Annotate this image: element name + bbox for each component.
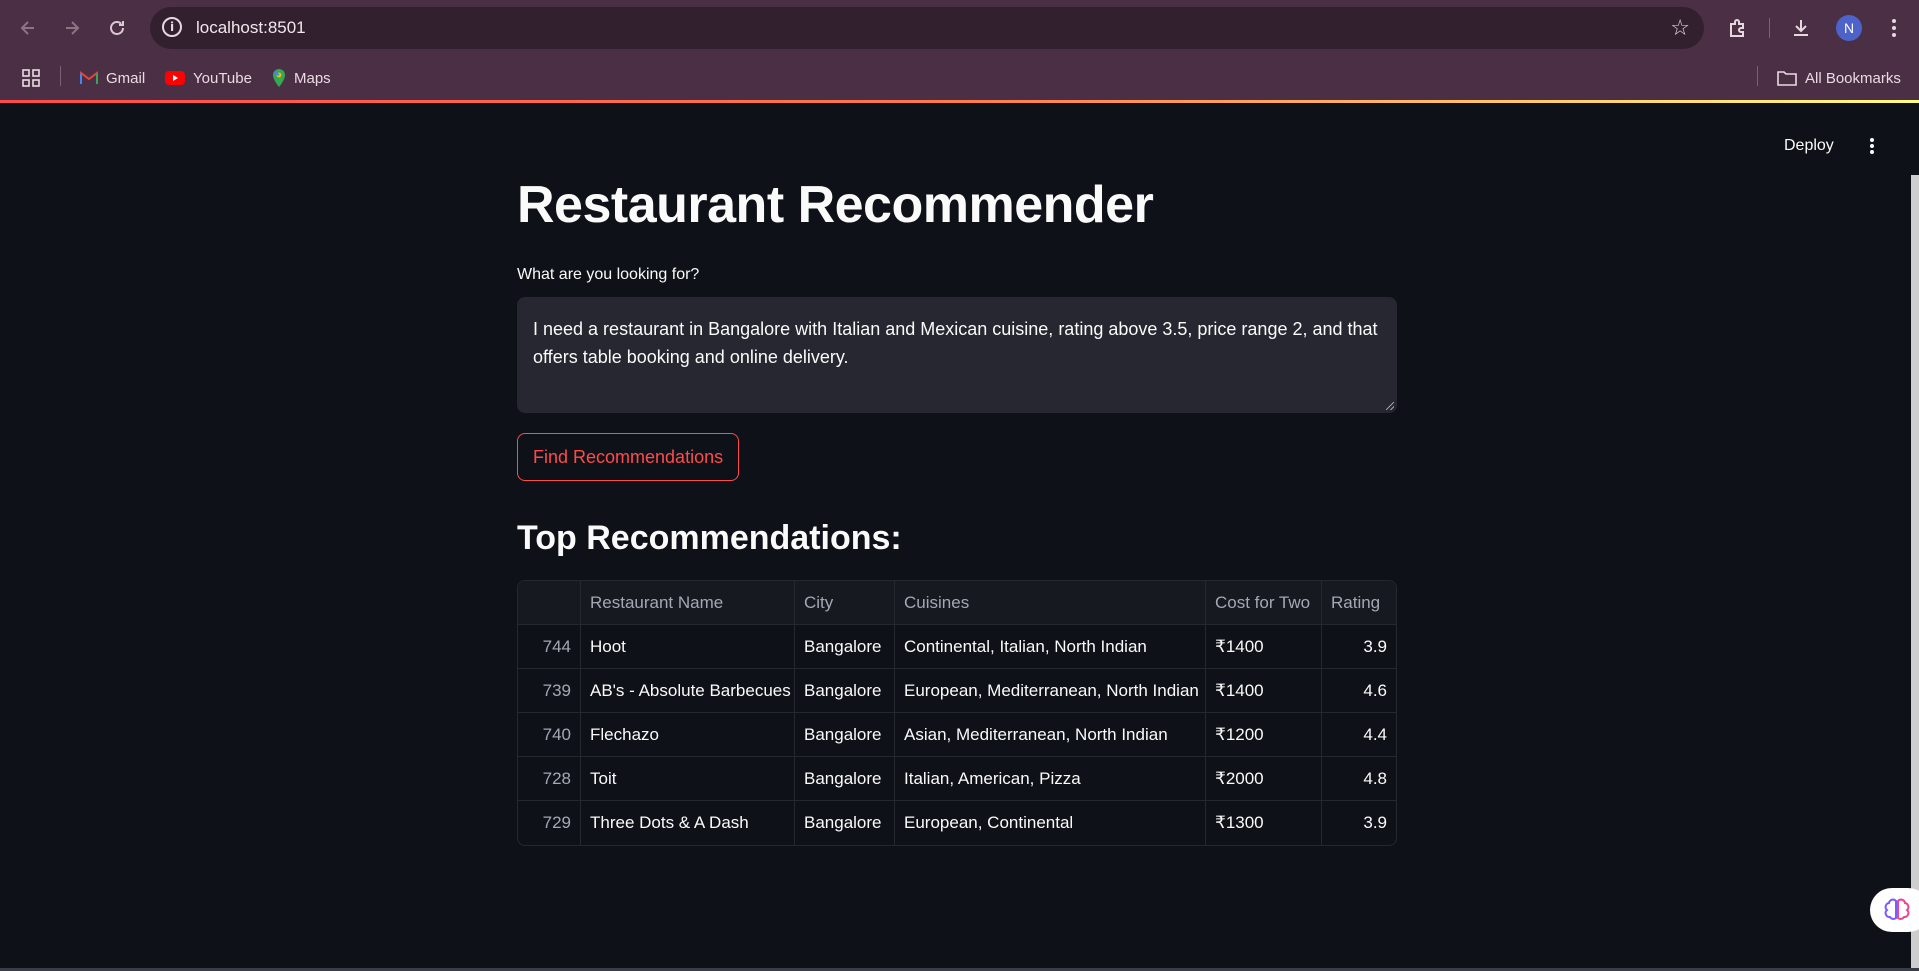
table-header-row: Restaurant Name City Cuisines Cost for T…	[518, 581, 1396, 625]
cost-cell[interactable]: ₹1200	[1206, 713, 1322, 756]
restaurant-name-cell[interactable]: Flechazo	[581, 713, 795, 756]
rating-cell[interactable]: 3.9	[1322, 801, 1396, 845]
table-row: 728 Toit Bangalore Italian, American, Pi…	[518, 757, 1396, 801]
bookmarks-divider	[1757, 66, 1758, 86]
profile-avatar[interactable]: N	[1836, 15, 1862, 41]
find-recommendations-button[interactable]: Find Recommendations	[517, 433, 740, 481]
bookmark-gmail[interactable]: Gmail	[80, 66, 145, 90]
bookmarks-divider	[60, 66, 61, 86]
arrow-left-icon	[20, 21, 34, 35]
folder-icon	[1777, 70, 1797, 86]
browser-chrome: i localhost:8501 ☆ N Gmail YouTube Maps …	[0, 0, 1919, 100]
reload-button[interactable]	[101, 12, 133, 44]
city-cell[interactable]: Bangalore	[795, 801, 895, 845]
all-bookmarks[interactable]: All Bookmarks	[1777, 66, 1901, 90]
app-header-decoration	[0, 100, 1919, 103]
back-button[interactable]	[12, 12, 44, 44]
bookmark-maps[interactable]: Maps	[272, 66, 331, 90]
column-header-cost[interactable]: Cost for Two	[1206, 581, 1322, 624]
bookmarks-bar: Gmail YouTube Maps All Bookmarks	[0, 56, 1919, 100]
cuisines-cell[interactable]: European, Continental	[895, 801, 1206, 845]
row-index[interactable]: 740	[518, 713, 581, 756]
cost-cell[interactable]: ₹1400	[1206, 625, 1322, 668]
bookmark-label: YouTube	[193, 69, 252, 87]
city-cell[interactable]: Bangalore	[795, 625, 895, 668]
maps-icon	[272, 68, 286, 88]
browser-toolbar: i localhost:8501 ☆ N	[0, 0, 1919, 56]
column-header-cuisines[interactable]: Cuisines	[895, 581, 1206, 624]
row-index[interactable]: 744	[518, 625, 581, 668]
apps-icon[interactable]	[22, 66, 40, 90]
cost-cell[interactable]: ₹1300	[1206, 801, 1322, 845]
scrollbar[interactable]	[1911, 175, 1919, 971]
cuisines-cell[interactable]: European, Mediterranean, North Indian	[895, 669, 1206, 712]
bookmark-label: Maps	[294, 69, 331, 87]
page-title: Restaurant Recommender	[517, 176, 1154, 234]
query-label: What are you looking for?	[517, 266, 700, 283]
column-header-index[interactable]	[518, 581, 581, 624]
url-text: localhost:8501	[196, 18, 306, 37]
download-icon[interactable]	[1785, 12, 1817, 44]
query-textarea[interactable]: I need a restaurant in Bangalore with It…	[517, 297, 1397, 413]
recommendations-table: Restaurant Name City Cuisines Cost for T…	[517, 580, 1397, 846]
app-menu-icon[interactable]	[1862, 130, 1882, 162]
rating-cell[interactable]: 4.8	[1322, 757, 1396, 800]
rating-cell[interactable]: 3.9	[1322, 625, 1396, 668]
table-row: 739 AB's - Absolute Barbecues Bangalore …	[518, 669, 1396, 713]
table-row: 729 Three Dots & A Dash Bangalore Europe…	[518, 801, 1396, 845]
row-index[interactable]: 728	[518, 757, 581, 800]
rating-cell[interactable]: 4.4	[1322, 713, 1396, 756]
arrow-right-icon	[66, 21, 80, 35]
resize-handle-icon[interactable]	[1386, 402, 1394, 410]
rating-cell[interactable]: 4.6	[1322, 669, 1396, 712]
restaurant-name-cell[interactable]: Hoot	[581, 625, 795, 668]
cuisines-cell[interactable]: Continental, Italian, North Indian	[895, 625, 1206, 668]
browser-menu-icon[interactable]	[1878, 12, 1910, 44]
city-cell[interactable]: Bangalore	[795, 669, 895, 712]
cost-cell[interactable]: ₹1400	[1206, 669, 1322, 712]
results-heading: Top Recommendations:	[517, 519, 902, 557]
forward-button[interactable]	[56, 12, 88, 44]
query-text: I need a restaurant in Bangalore with It…	[533, 319, 1378, 367]
city-cell[interactable]: Bangalore	[795, 713, 895, 756]
table-row: 740 Flechazo Bangalore Asian, Mediterran…	[518, 713, 1396, 757]
cuisines-cell[interactable]: Italian, American, Pizza	[895, 757, 1206, 800]
restaurant-name-cell[interactable]: Toit	[581, 757, 795, 800]
bookmark-youtube[interactable]: YouTube	[165, 66, 252, 90]
address-bar[interactable]: i localhost:8501 ☆	[150, 7, 1704, 49]
assistant-button[interactable]	[1870, 888, 1919, 932]
column-header-rating[interactable]: Rating	[1322, 581, 1396, 624]
reload-icon	[110, 21, 124, 35]
column-header-name[interactable]: Restaurant Name	[581, 581, 795, 624]
site-info-icon[interactable]: i	[162, 17, 182, 37]
extensions-icon[interactable]	[1722, 12, 1754, 44]
row-index[interactable]: 729	[518, 801, 581, 845]
brain-icon	[1884, 898, 1910, 920]
restaurant-name-cell[interactable]: Three Dots & A Dash	[581, 801, 795, 845]
restaurant-name-cell[interactable]: AB's - Absolute Barbecues	[581, 669, 795, 712]
table-row: 744 Hoot Bangalore Continental, Italian,…	[518, 625, 1396, 669]
row-index[interactable]: 739	[518, 669, 581, 712]
toolbar-divider	[1769, 18, 1770, 38]
bookmark-label: Gmail	[106, 69, 146, 87]
deploy-button[interactable]: Deploy	[1772, 131, 1846, 161]
gmail-icon	[80, 71, 98, 85]
bookmark-star-icon[interactable]: ☆	[1670, 15, 1690, 41]
cuisines-cell[interactable]: Asian, Mediterranean, North Indian	[895, 713, 1206, 756]
column-header-city[interactable]: City	[795, 581, 895, 624]
all-bookmarks-label: All Bookmarks	[1805, 69, 1901, 87]
cost-cell[interactable]: ₹2000	[1206, 757, 1322, 800]
youtube-icon	[165, 71, 185, 85]
city-cell[interactable]: Bangalore	[795, 757, 895, 800]
